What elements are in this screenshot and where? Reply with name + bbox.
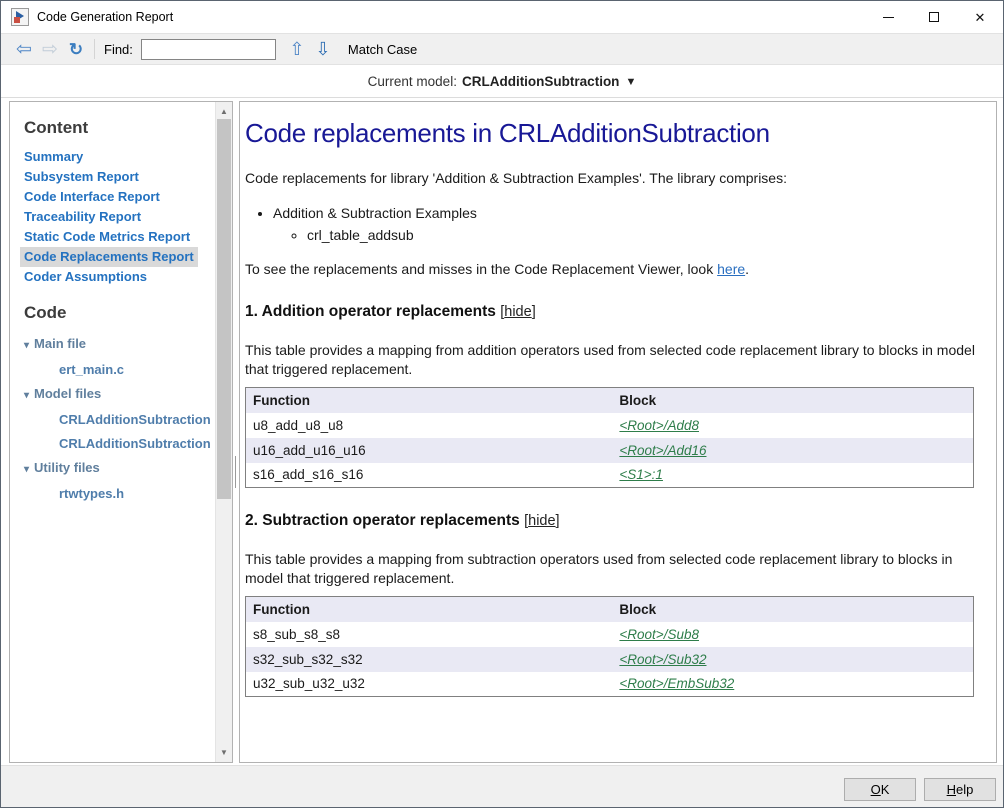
- function-column-header: Function: [246, 597, 613, 622]
- function-column-header: Function: [246, 388, 613, 413]
- block-link[interactable]: <S1>:1: [619, 467, 663, 482]
- refresh-icon[interactable]: ↻: [63, 41, 89, 58]
- table-row: s16_add_s16_s16 <S1>:1: [246, 463, 974, 488]
- report-app-icon: [11, 8, 29, 26]
- section-2-heading: 2. Subtraction operator replacements [hi…: [245, 512, 984, 530]
- block-link[interactable]: <Root>/EmbSub32: [619, 676, 734, 691]
- tree-node-utility-files[interactable]: ▾Utility files: [24, 456, 215, 482]
- report-panel: Code replacements in CRLAdditionSubtract…: [239, 101, 997, 763]
- sidebar-item-coder-assumptions[interactable]: Coder Assumptions: [24, 267, 147, 287]
- maximize-icon: [929, 12, 939, 22]
- sidebar-item-subsystem-report[interactable]: Subsystem Report: [24, 167, 139, 187]
- sidebar-item-summary[interactable]: Summary: [24, 147, 83, 167]
- help-button[interactable]: Help: [924, 778, 996, 801]
- scroll-up-icon[interactable]: ▲: [216, 107, 232, 116]
- report-content: Code replacements in CRLAdditionSubtract…: [240, 102, 996, 697]
- block-column-header: Block: [612, 388, 973, 413]
- subtraction-replacements-table: Function Block s8_sub_s8_s8 <Root>/Sub8 …: [245, 596, 974, 697]
- collapse-icon[interactable]: ▾: [24, 390, 29, 401]
- library-sublist: crl_table_addsub: [307, 224, 984, 246]
- navigation-sidebar: Content Summary Subsystem Report Code In…: [9, 101, 233, 763]
- scroll-down-icon[interactable]: ▼: [216, 748, 232, 757]
- block-column-header: Block: [612, 597, 973, 622]
- section-1-description: This table provides a mapping from addit…: [245, 341, 984, 379]
- report-app-icon-square: [14, 17, 20, 23]
- library-list: Addition & Subtraction Examples crl_tabl…: [273, 202, 984, 246]
- find-label: Find:: [104, 42, 133, 57]
- addition-replacements-table: Function Block u8_add_u8_u8 <Root>/Add8 …: [245, 387, 974, 488]
- collapse-icon[interactable]: ▾: [24, 464, 29, 475]
- find-previous-icon[interactable]: ⇧: [286, 39, 308, 60]
- section-1-hide-link[interactable]: hide: [504, 304, 531, 320]
- function-cell: u8_add_u8_u8: [246, 413, 613, 438]
- sidebar-scrollbar[interactable]: ▲ ▼: [215, 102, 232, 762]
- block-link[interactable]: <Root>/Sub32: [619, 652, 706, 667]
- content-heading: Content: [24, 118, 215, 138]
- close-button[interactable]: ✕: [957, 1, 1003, 33]
- window-controls: ✕: [865, 1, 1003, 33]
- minimize-icon: [883, 17, 894, 18]
- table-row: s8_sub_s8_s8 <Root>/Sub8: [246, 622, 974, 647]
- block-link[interactable]: <Root>/Sub8: [619, 627, 699, 642]
- model-dropdown-icon[interactable]: ▼: [625, 76, 636, 88]
- minimize-button[interactable]: [865, 1, 911, 33]
- sidebar-content: Content Summary Subsystem Report Code In…: [10, 102, 215, 762]
- function-cell: s32_sub_s32_s32: [246, 647, 613, 672]
- code-heading: Code: [24, 303, 215, 323]
- back-icon[interactable]: ⇦: [11, 40, 37, 59]
- section-2-hide-link[interactable]: hide: [528, 513, 555, 529]
- current-model-prefix: Current model:: [368, 74, 457, 89]
- panel-splitter-handle[interactable]: [235, 456, 236, 488]
- library-table-item: crl_table_addsub: [307, 224, 984, 246]
- intro-paragraph: Code replacements for library 'Addition …: [245, 169, 984, 188]
- tree-node-model-files[interactable]: ▾Model files: [24, 382, 215, 408]
- find-input[interactable]: [141, 39, 276, 60]
- section-1-heading: 1. Addition operator replacements [hide]: [245, 303, 984, 321]
- page-title: Code replacements in CRLAdditionSubtract…: [245, 118, 984, 149]
- title-bar: Code Generation Report ✕: [1, 1, 1003, 33]
- code-generation-report-window: Code Generation Report ✕ ⇦ ⇨ ↻ Find: ⇧ ⇩…: [0, 0, 1004, 808]
- toolbar-separator: [94, 39, 95, 59]
- current-model-name[interactable]: CRLAdditionSubtraction: [462, 74, 619, 89]
- find-next-icon[interactable]: ⇩: [312, 39, 334, 60]
- ok-button[interactable]: OK: [844, 778, 916, 801]
- table-header-row: Function Block: [246, 388, 974, 413]
- block-link[interactable]: <Root>/Add8: [619, 418, 699, 433]
- maximize-button[interactable]: [911, 1, 957, 33]
- section-2-description: This table provides a mapping from subtr…: [245, 550, 984, 588]
- viewer-paragraph: To see the replacements and misses in th…: [245, 260, 984, 279]
- tree-file-model-c[interactable]: CRLAdditionSubtraction: [24, 408, 215, 432]
- table-row: s32_sub_s32_s32 <Root>/Sub32: [246, 647, 974, 672]
- close-icon: ✕: [975, 11, 986, 24]
- match-case-label[interactable]: Match Case: [348, 42, 417, 57]
- find-toolbar: ⇦ ⇨ ↻ Find: ⇧ ⇩ Match Case: [1, 33, 1003, 65]
- table-header-row: Function Block: [246, 597, 974, 622]
- tree-file-model-h[interactable]: CRLAdditionSubtraction: [24, 432, 215, 456]
- scrollbar-thumb[interactable]: [217, 119, 231, 499]
- table-row: u8_add_u8_u8 <Root>/Add8: [246, 413, 974, 438]
- sidebar-item-traceability-report[interactable]: Traceability Report: [24, 207, 141, 227]
- library-item: Addition & Subtraction Examples crl_tabl…: [273, 202, 984, 246]
- function-cell: s8_sub_s8_s8: [246, 622, 613, 647]
- table-row: u32_sub_u32_u32 <Root>/EmbSub32: [246, 672, 974, 697]
- window-title: Code Generation Report: [37, 10, 173, 24]
- dialog-footer: OK Help: [1, 765, 1003, 807]
- function-cell: s16_add_s16_s16: [246, 463, 613, 488]
- sidebar-item-static-code-metrics-report[interactable]: Static Code Metrics Report: [24, 227, 190, 247]
- tree-file-ert-main-c[interactable]: ert_main.c: [24, 358, 215, 382]
- forward-icon[interactable]: ⇨: [37, 40, 63, 59]
- collapse-icon[interactable]: ▾: [24, 340, 29, 351]
- function-cell: u32_sub_u32_u32: [246, 672, 613, 697]
- tree-file-rtwtypes-h[interactable]: rtwtypes.h: [24, 482, 215, 506]
- code-replacement-viewer-link[interactable]: here: [717, 261, 745, 277]
- sidebar-item-code-replacements-report[interactable]: Code Replacements Report: [20, 247, 198, 267]
- current-model-bar: Current model: CRLAdditionSubtraction ▼: [1, 66, 1003, 98]
- table-row: u16_add_u16_u16 <Root>/Add16: [246, 438, 974, 463]
- sidebar-item-code-interface-report[interactable]: Code Interface Report: [24, 187, 160, 207]
- tree-node-main-file[interactable]: ▾Main file: [24, 332, 215, 358]
- function-cell: u16_add_u16_u16: [246, 438, 613, 463]
- block-link[interactable]: <Root>/Add16: [619, 443, 706, 458]
